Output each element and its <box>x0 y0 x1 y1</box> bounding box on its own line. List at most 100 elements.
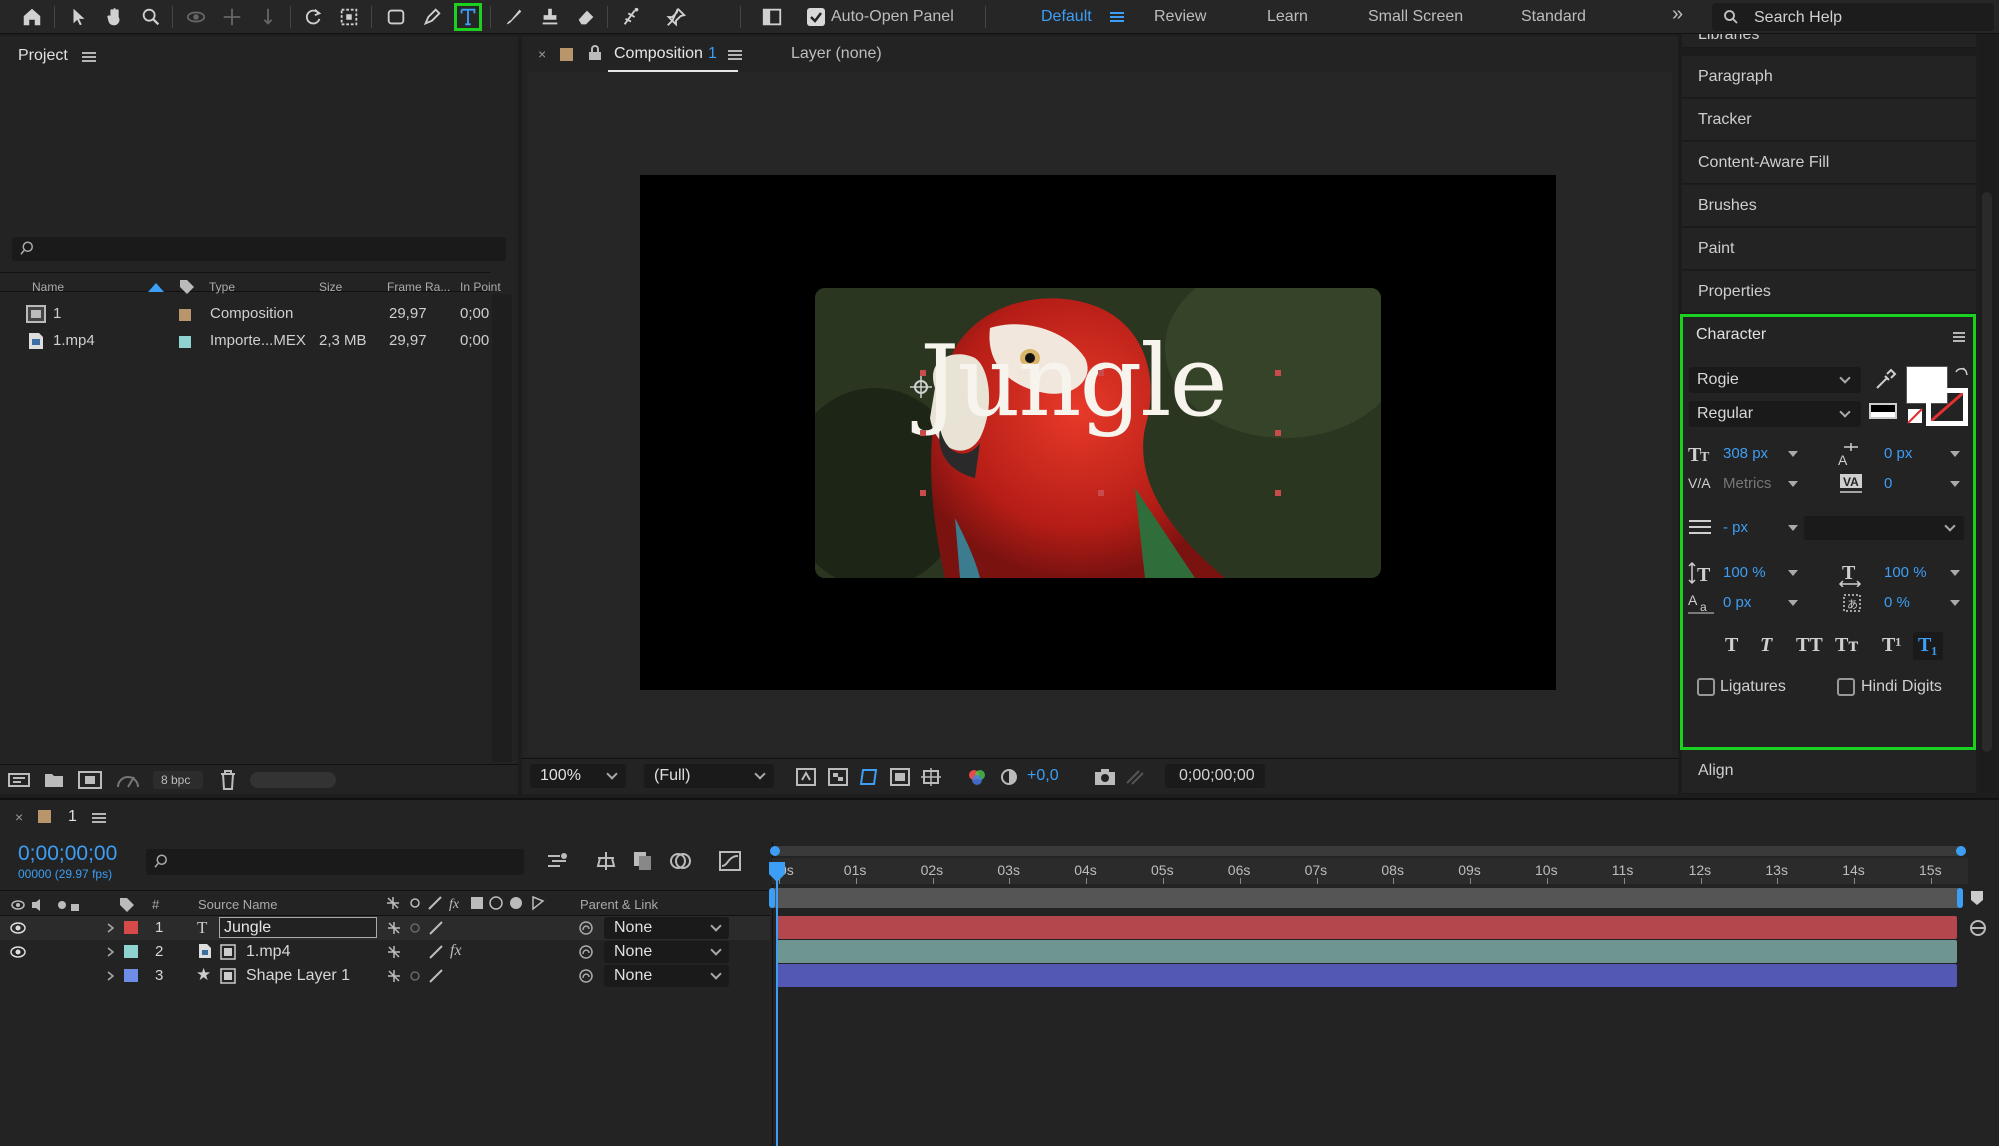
type-tool-icon[interactable] <box>454 3 482 31</box>
timeline-zoom-icon[interactable] <box>1968 918 1988 938</box>
panel-properties[interactable]: Properties <box>1682 271 1976 313</box>
col-name[interactable]: Name <box>32 280 64 294</box>
parent-link-dropdown[interactable]: None <box>604 941 729 963</box>
font-style-dropdown[interactable]: Regular <box>1689 401 1861 427</box>
shy-switch-icon[interactable] <box>386 969 402 983</box>
eyedropper-icon[interactable] <box>1873 368 1897 392</box>
close-timeline-icon[interactable]: × <box>15 809 23 825</box>
horizontal-scale-value[interactable]: 100 % <box>1884 564 1927 581</box>
leading-value[interactable]: 0 px <box>1884 445 1912 462</box>
playhead-line[interactable] <box>776 862 778 1146</box>
panel-brushes[interactable]: Brushes <box>1682 185 1976 227</box>
label-tag-icon[interactable] <box>178 278 196 296</box>
workspace-small-screen[interactable]: Small Screen <box>1368 8 1463 26</box>
show-snapshot-icon[interactable] <box>1122 764 1148 790</box>
new-composition-icon[interactable] <box>78 771 102 789</box>
project-row[interactable]: 1 Composition 29,97 0;00 <box>0 303 518 327</box>
timeline-comp-tab[interactable]: 1 <box>68 808 77 826</box>
transparency-grid-icon[interactable] <box>825 764 851 790</box>
project-scrollbar[interactable] <box>492 294 512 762</box>
hindi-digits-checkbox[interactable] <box>1837 678 1855 696</box>
panel-content-aware-fill[interactable]: Content-Aware Fill <box>1682 142 1976 184</box>
home-icon[interactable] <box>18 3 46 31</box>
layer-duration-bar-shape[interactable] <box>777 964 1957 987</box>
tracking-value[interactable]: 0 <box>1884 475 1892 492</box>
layer-duration-bar-mp4[interactable] <box>777 940 1957 963</box>
work-area-range[interactable] <box>772 888 1960 908</box>
layer-name-field[interactable]: Jungle <box>219 917 377 938</box>
exposure-value[interactable]: +0,0 <box>1027 767 1059 785</box>
jungle-text-layer[interactable]: Jungle <box>920 325 1228 439</box>
zoom-tool-icon[interactable] <box>137 3 165 31</box>
hand-tool-icon[interactable] <box>101 3 129 31</box>
timeline-menu-icon[interactable] <box>92 813 106 823</box>
fast-previews-icon[interactable] <box>793 764 819 790</box>
expand-chevron-icon[interactable] <box>106 971 116 981</box>
motion-blur-icon[interactable] <box>670 850 692 872</box>
work-area-bar[interactable] <box>770 846 1966 856</box>
layer-row[interactable]: 3 ★ Shape Layer 1 None <box>0 964 770 988</box>
workspace-learn[interactable]: Learn <box>1267 8 1308 26</box>
col-frame-rate[interactable]: Frame Ra... <box>387 280 450 294</box>
workspace-overflow-icon[interactable]: » <box>1672 3 1683 26</box>
visibility-eye-icon[interactable] <box>10 946 26 958</box>
workspace-menu-icon[interactable] <box>1110 12 1124 22</box>
quality-switch-icon[interactable] <box>428 968 444 984</box>
faux-bold-button[interactable]: T <box>1725 634 1738 657</box>
rotation-tool-icon[interactable] <box>299 3 327 31</box>
parent-link-dropdown[interactable]: None <box>604 965 729 987</box>
comp-tab-label[interactable]: Composition <box>614 45 703 63</box>
search-help-input[interactable]: Search Help <box>1712 3 1994 31</box>
rectangle-tool-icon[interactable] <box>382 3 410 31</box>
pen-tool-icon[interactable] <box>418 3 446 31</box>
comp-menu-icon[interactable] <box>728 50 742 60</box>
right-panel-scrollbar[interactable] <box>1980 36 1994 794</box>
character-menu-icon[interactable] <box>1953 332 1965 342</box>
col-type[interactable]: Type <box>209 280 235 294</box>
bit-depth-button[interactable]: 8 bpc <box>153 771 203 789</box>
all-caps-button[interactable]: TT <box>1796 634 1823 657</box>
quality-switch-icon[interactable] <box>428 920 444 936</box>
effects-switch-icon[interactable]: fx <box>450 942 462 960</box>
pick-whip-icon[interactable] <box>578 920 594 936</box>
label-tag-icon[interactable] <box>118 896 136 914</box>
eraser-tool-icon[interactable] <box>572 3 600 31</box>
comp-canvas[interactable]: Jungle <box>640 175 1556 690</box>
draft-3d-icon[interactable] <box>594 850 618 872</box>
snapshot-icon[interactable] <box>1092 764 1118 790</box>
panel-libraries[interactable]: Libraries <box>1682 34 1976 48</box>
collapse-switch-icon[interactable] <box>408 921 422 935</box>
ligatures-checkbox[interactable] <box>1697 678 1715 696</box>
current-time-display[interactable]: 0;00;00;00 <box>1165 764 1265 788</box>
pick-whip-icon[interactable] <box>578 944 594 960</box>
stroke-style-dropdown[interactable] <box>1804 516 1964 540</box>
layer-label-swatch[interactable] <box>124 945 138 958</box>
graph-editor-icon[interactable] <box>718 850 742 872</box>
orbit-camera-icon[interactable] <box>182 3 210 31</box>
no-fill-icon[interactable] <box>1907 408 1923 424</box>
sort-ascending-icon[interactable] <box>148 283 164 292</box>
layer-label-swatch[interactable] <box>124 921 138 934</box>
expand-chevron-icon[interactable] <box>106 947 116 957</box>
baseline-shift-value[interactable]: 0 px <box>1723 594 1751 611</box>
brush-tool-icon[interactable] <box>500 3 528 31</box>
col-in-point[interactable]: In Point <box>460 280 501 294</box>
vertical-scale-value[interactable]: 100 % <box>1723 564 1766 581</box>
pan-camera-icon[interactable] <box>218 3 246 31</box>
pick-whip-icon[interactable] <box>578 968 594 984</box>
panel-paragraph[interactable]: Paragraph <box>1682 56 1976 98</box>
comp-marker-bin-icon[interactable] <box>1970 890 1984 905</box>
time-ruler[interactable] <box>772 858 1968 884</box>
label-color-swatch[interactable] <box>179 336 191 348</box>
black-white-swatch[interactable] <box>1869 403 1897 419</box>
small-caps-button[interactable]: Tт <box>1835 634 1858 657</box>
auto-open-checkbox[interactable] <box>807 8 825 26</box>
shy-switch-icon[interactable] <box>386 921 402 935</box>
region-of-interest-view-icon[interactable] <box>887 764 913 790</box>
font-size-value[interactable]: 308 px <box>1723 445 1768 462</box>
layer-search-input[interactable] <box>146 849 524 875</box>
layer-name[interactable]: Shape Layer 1 <box>246 967 350 985</box>
grid-guides-icon[interactable] <box>918 764 944 790</box>
quality-switch-icon[interactable] <box>428 944 444 960</box>
interpret-footage-icon[interactable] <box>8 771 30 789</box>
